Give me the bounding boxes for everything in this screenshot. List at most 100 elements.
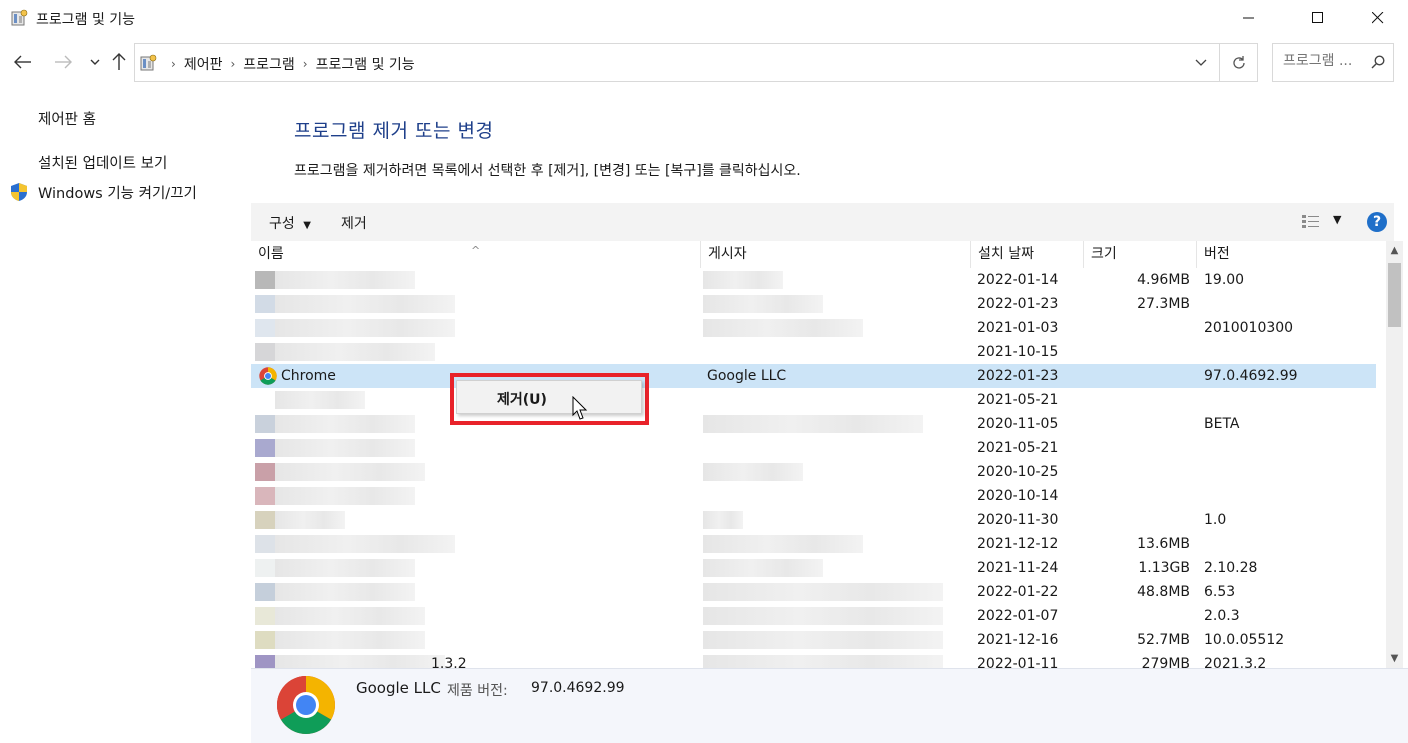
cell-size: 4.96MB [1137, 272, 1190, 288]
redacted-publisher [703, 559, 823, 577]
refresh-button[interactable] [1219, 44, 1257, 81]
redacted-publisher [703, 415, 923, 433]
back-button[interactable] [12, 50, 34, 74]
cell-size: 27.3MB [1137, 296, 1190, 312]
details-publisher: Google LLC [356, 679, 441, 697]
cell-name: 1.3.2 [431, 656, 467, 668]
table-row[interactable]: 2022-01-14 4.96MB 19.00 [251, 268, 1376, 292]
breadcrumb-control-panel[interactable]: 제어판 [184, 54, 223, 74]
program-icon [255, 295, 275, 313]
title-bar: 프로그램 및 기능 [0, 0, 1408, 38]
cell-size [1085, 388, 1190, 412]
cell-install-date: 2021-10-15 [977, 344, 1059, 360]
cell-version: 2.0.3 [1204, 608, 1240, 624]
vertical-scrollbar[interactable]: ▲ ▼ [1386, 241, 1403, 668]
cell-size [1085, 460, 1190, 484]
column-header-version[interactable]: 버전 [1197, 241, 1387, 268]
cell-size: 48.8MB [1137, 584, 1190, 600]
cell-version: 2021.3.2 [1204, 656, 1267, 668]
cell-install-date: 2022-01-07 [977, 608, 1059, 624]
sort-up-icon: ^ [471, 244, 481, 257]
cell-version: 19.00 [1204, 272, 1245, 288]
table-row[interactable]: 2022-01-07 2.0.3 [251, 604, 1376, 628]
cell-install-date: 2020-10-25 [977, 464, 1059, 480]
cell-version: 2010010300 [1204, 320, 1294, 336]
table-row[interactable]: 2021-12-12 13.6MB [251, 532, 1376, 556]
view-options-icon[interactable] [1301, 213, 1321, 231]
cell-install-date: 2021-12-16 [977, 632, 1059, 648]
redacted-publisher [703, 511, 743, 529]
table-row[interactable]: 2020-10-14 [251, 484, 1376, 508]
caret-down-icon[interactable]: ▼ [1333, 213, 1341, 226]
minimize-button[interactable] [1226, 0, 1272, 36]
table-row[interactable]: 2020-10-25 [251, 460, 1376, 484]
program-icon [255, 439, 275, 457]
column-header-name-label: 이름 [258, 246, 284, 262]
redacted-name [275, 463, 425, 481]
table-row[interactable]: 2022-01-23 27.3MB [251, 292, 1376, 316]
windows-features-link[interactable]: Windows 기능 켜기/끄기 [38, 182, 197, 203]
cell-size [1085, 412, 1190, 436]
context-menu-uninstall[interactable]: 제거(U) [497, 389, 547, 409]
redacted-name [275, 655, 445, 668]
control-panel-home-link[interactable]: 제어판 홈 [38, 108, 96, 129]
table-row[interactable]: 2021-12-16 52.7MB 10.0.05512 [251, 628, 1376, 652]
address-bar[interactable]: › 제어판 › 프로그램 › 프로그램 및 기능 [134, 43, 1258, 82]
column-header-size[interactable]: 크기 [1084, 241, 1197, 268]
cell-install-date: 2020-11-05 [977, 416, 1059, 432]
organize-button[interactable]: 구성 ▼ [269, 213, 311, 233]
table-row[interactable]: 2021-10-15 [251, 340, 1376, 364]
breadcrumb-programs-and-features[interactable]: 프로그램 및 기능 [316, 54, 415, 74]
breadcrumb-programs[interactable]: 프로그램 [243, 54, 295, 74]
column-header-install-date[interactable]: 설치 날짜 [971, 241, 1084, 268]
table-row-chrome[interactable]: Chrome Google LLC 2022-01-23 97.0.4692.99 [251, 364, 1376, 388]
search-box[interactable] [1272, 43, 1394, 82]
scroll-down-icon[interactable]: ▼ [1386, 653, 1403, 664]
program-list[interactable]: 이름 ^ 게시자 설치 날짜 크기 버전 2022-01-14 4.96MB 19.… [251, 241, 1387, 668]
redacted-publisher [703, 607, 943, 625]
chevron-right-icon[interactable]: › [230, 57, 235, 71]
cell-publisher: Google LLC [707, 368, 787, 384]
column-header-name[interactable]: 이름 ^ [251, 241, 701, 268]
redacted-publisher [703, 271, 783, 289]
recent-locations-button[interactable] [84, 50, 106, 74]
table-row[interactable]: 1.3.2 2022-01-11 279MB 2021.3.2 [251, 652, 1376, 668]
forward-button[interactable] [52, 50, 74, 74]
redacted-name [275, 607, 425, 625]
scroll-up-icon[interactable]: ▲ [1386, 245, 1403, 256]
search-icon[interactable] [1371, 55, 1385, 69]
redacted-publisher [703, 631, 943, 649]
cell-version: 1.0 [1204, 512, 1227, 528]
program-icon [255, 607, 275, 625]
up-button[interactable] [108, 50, 130, 74]
help-icon[interactable]: ? [1367, 212, 1387, 232]
close-button[interactable] [1355, 0, 1401, 36]
column-header-publisher[interactable]: 게시자 [701, 241, 971, 268]
redacted-name [275, 511, 345, 529]
redacted-name [275, 559, 415, 577]
table-row[interactable]: 2020-11-30 1.0 [251, 508, 1376, 532]
installed-updates-link[interactable]: 설치된 업데이트 보기 [38, 152, 167, 173]
cell-size [1085, 508, 1190, 532]
table-row[interactable]: 2022-01-22 48.8MB 6.53 [251, 580, 1376, 604]
table-row[interactable]: 2020-11-05 BETA [251, 412, 1376, 436]
uninstall-button[interactable]: 제거 [341, 213, 367, 233]
chevron-right-icon[interactable]: › [303, 57, 308, 71]
context-menu: 제거(U) [456, 380, 642, 414]
table-row[interactable]: 2021-05-21 [251, 388, 1376, 412]
redacted-publisher [703, 295, 823, 313]
redacted-publisher [703, 319, 863, 337]
search-input[interactable] [1283, 53, 1363, 69]
redacted-name [275, 271, 415, 289]
left-pane: 제어판 홈 설치된 업데이트 보기 Windows 기능 켜기/끄기 [0, 90, 250, 743]
control-panel-icon [140, 54, 157, 71]
redacted-publisher [703, 583, 943, 601]
table-row[interactable]: 2021-01-03 2010010300 [251, 316, 1376, 340]
maximize-button[interactable] [1295, 0, 1341, 36]
table-row[interactable]: 2021-05-21 [251, 436, 1376, 460]
navigation-bar: › 제어판 › 프로그램 › 프로그램 및 기능 [0, 40, 1408, 84]
table-row[interactable]: 2021-11-24 1.13GB 2.10.28 [251, 556, 1376, 580]
address-dropdown-button[interactable] [1185, 44, 1217, 81]
breadcrumb: › 제어판 › 프로그램 › 프로그램 및 기능 [163, 54, 415, 74]
scrollbar-thumb[interactable] [1388, 263, 1401, 327]
